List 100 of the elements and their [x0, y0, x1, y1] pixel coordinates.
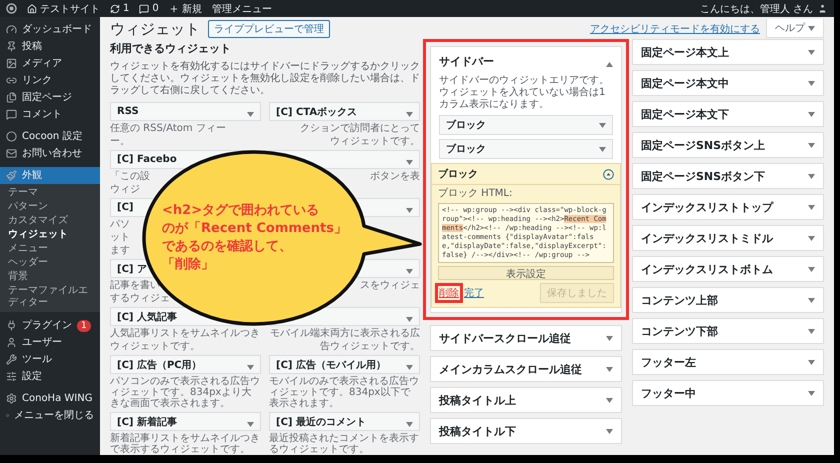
admin-menu-link[interactable]: 管理メニュー [212, 2, 272, 16]
widget-area-card[interactable]: インデックスリストトップ [632, 194, 824, 220]
caret-icon[interactable] [808, 236, 815, 240]
widget-area-card[interactable]: 投稿タイトル上 [430, 387, 622, 413]
caret-icon[interactable] [606, 366, 613, 372]
submenu-item[interactable]: ウィジェット [0, 228, 100, 242]
widget-header[interactable]: RSS [110, 102, 261, 121]
widget-area-card[interactable]: インデックスリストボトム [632, 256, 824, 282]
caret-icon[interactable] [808, 80, 815, 86]
field-label: ブロック HTML: [438, 188, 514, 200]
caret-icon[interactable] [406, 317, 413, 322]
caret-icon[interactable] [247, 112, 254, 117]
menu-item[interactable]: 固定ページ [0, 89, 100, 106]
menu-item[interactable]: 外観 [0, 167, 100, 184]
widget-area-card[interactable]: 固定ページ本文上 [632, 39, 824, 65]
comments-link[interactable]: 0 [139, 3, 159, 14]
site-link[interactable]: テストサイト [27, 2, 100, 16]
menu-item[interactable]: ツール [0, 351, 100, 368]
submenu-item[interactable]: 背景 [0, 270, 100, 284]
caret-icon[interactable] [808, 26, 815, 30]
caret-icon[interactable] [808, 266, 815, 272]
caret-icon[interactable] [406, 269, 413, 274]
avatar-icon[interactable] [817, 3, 828, 14]
widget-description: パソコンのみで表示される広告ウィジェットです。834pxより大きな画面で表示されます。 [110, 376, 261, 409]
widget-header[interactable]: [C] 新着記事 [110, 412, 261, 431]
live-preview-button[interactable]: ライブプレビューで管理 [208, 20, 330, 38]
menu-item[interactable]: お問い合わせ [0, 145, 100, 162]
submenu-item[interactable]: カスタマイズ [0, 214, 100, 228]
widget-header[interactable]: [C] 最近のコメント [269, 412, 420, 431]
caret-icon[interactable] [808, 50, 815, 54]
menu-item[interactable]: コメント [0, 106, 100, 123]
caret-icon[interactable] [808, 174, 815, 178]
accessibility-link[interactable]: アクセシビリティモードを有効にする [590, 22, 760, 36]
menu-item[interactable]: 投稿 [0, 38, 100, 55]
caret-icon[interactable] [808, 360, 815, 364]
widget-title: [C] 人気記事 [117, 310, 177, 324]
menu-item[interactable]: ダッシュボード [0, 21, 100, 38]
menu-item[interactable]: メディア [0, 55, 100, 72]
updates-link[interactable]: 1 [110, 3, 130, 14]
done-link[interactable]: 完了 [464, 286, 484, 300]
delete-link[interactable]: 削除 [438, 286, 460, 300]
menu-item[interactable]: リンク [0, 72, 100, 89]
caret-icon[interactable] [599, 122, 606, 128]
widget-area-card[interactable]: 固定ページSNSボタン下 [632, 163, 824, 189]
widget-area-card[interactable]: 固定ページSNSボタン上 [632, 132, 824, 158]
submenu-item[interactable]: メニュー [0, 242, 100, 256]
menu-item[interactable]: ConoHa WING [0, 390, 100, 407]
collapse-icon[interactable] [603, 168, 614, 180]
caret-icon[interactable] [606, 62, 613, 67]
widget-area-card[interactable]: コンテンツ上部 [632, 287, 824, 313]
caret-icon[interactable] [599, 146, 606, 152]
caret-icon[interactable] [406, 160, 413, 165]
widget-header[interactable]: [C] 広告（モバイル用） [269, 355, 420, 374]
block-title: ブロック [446, 118, 486, 132]
widget-header[interactable]: [C] 広告（PC用） [110, 355, 261, 374]
logo-icon[interactable] [6, 3, 17, 14]
widget-area-card[interactable]: フッター中 [632, 380, 824, 406]
caret-icon[interactable] [247, 365, 254, 370]
display-settings-button[interactable]: 表示設定 [438, 266, 614, 280]
menu-item[interactable]: プラグイン 1 [0, 317, 100, 334]
submenu-item[interactable]: ヘッダー [0, 256, 100, 270]
widget-area-card[interactable]: インデックスリストミドル [632, 225, 824, 251]
caret-icon[interactable] [808, 390, 815, 396]
caret-icon[interactable] [808, 298, 815, 302]
widget-description: 告ウィジェットです。 [319, 341, 420, 352]
help-button[interactable]: ヘルプ [766, 19, 824, 38]
caret-icon[interactable] [606, 336, 613, 340]
new-link[interactable]: 新規 [168, 2, 202, 16]
caret-icon[interactable] [808, 142, 815, 148]
block-widget[interactable]: ブロック [439, 139, 613, 159]
menu-item[interactable]: Cocoon 設定 [0, 128, 100, 145]
caret-icon[interactable] [606, 398, 613, 402]
caret-icon[interactable] [808, 328, 815, 334]
widget-area-card[interactable]: コンテンツ下部 [632, 318, 824, 344]
menu-item[interactable]: メニューを閉じる [0, 407, 100, 424]
menu-item[interactable]: 設定 [0, 368, 100, 385]
circle-icon [6, 131, 17, 142]
caret-icon[interactable] [406, 112, 413, 117]
plus-icon [168, 4, 179, 14]
caret-icon[interactable] [406, 422, 413, 427]
greeting[interactable]: こんにちは、管理人 さん [700, 2, 813, 16]
widget-area-card[interactable]: メインカラムスクロール追従 [430, 356, 622, 382]
caret-icon[interactable] [406, 208, 413, 213]
caret-icon[interactable] [406, 365, 413, 370]
caret-icon[interactable] [606, 428, 613, 434]
caret-icon[interactable] [247, 422, 254, 427]
block-widget[interactable]: ブロック [439, 115, 613, 135]
widget-area-card[interactable]: 固定ページ本文中 [632, 70, 824, 96]
caret-icon[interactable] [808, 112, 815, 116]
widget-area-card[interactable]: 投稿タイトル下 [430, 418, 622, 444]
home-icon [27, 4, 37, 14]
menu-item[interactable]: ユーザー [0, 334, 100, 351]
submenu-item[interactable]: テーマファイルエディター [0, 284, 100, 310]
widget-header[interactable]: [C] CTAボックス [269, 102, 420, 121]
submenu-item[interactable]: テーマ [0, 186, 100, 200]
widget-area-card[interactable]: サイドバースクロール追従 [430, 325, 622, 351]
widget-area-card[interactable]: 固定ページ本文下 [632, 101, 824, 127]
submenu-item[interactable]: パターン [0, 200, 100, 214]
widget-area-card[interactable]: フッター左 [632, 349, 824, 375]
caret-icon[interactable] [808, 204, 815, 210]
